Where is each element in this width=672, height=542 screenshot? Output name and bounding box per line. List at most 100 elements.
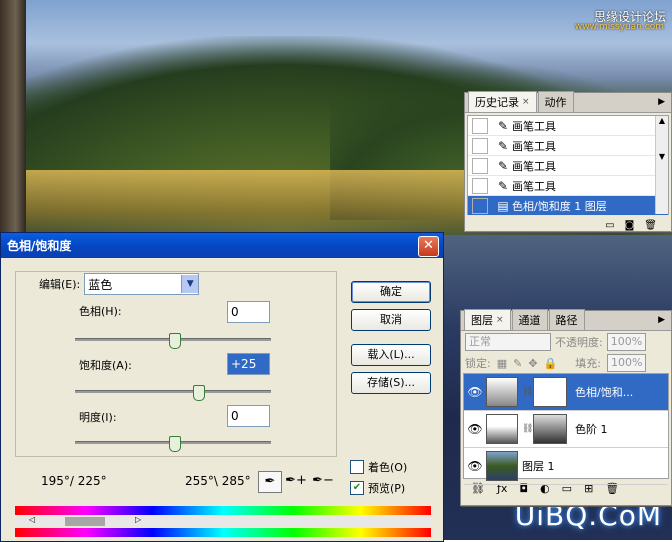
chain-link-icon[interactable]: ⛓ [522, 424, 533, 434]
chain-link-icon[interactable]: ⛓ [522, 387, 533, 397]
preview-label: 预览(P) [368, 482, 406, 495]
dialog-titlebar[interactable]: 色相/饱和度 ✕ [1, 233, 443, 258]
edit-channel-value: 蓝色 [88, 277, 113, 292]
colorize-label: 着色(O) [368, 461, 408, 474]
history-item[interactable]: ✎ 画笔工具 [468, 136, 668, 156]
edit-channel-select[interactable]: 蓝色 ▼ [84, 273, 200, 295]
image-thumbnail [486, 451, 518, 481]
lock-options: 锁定: ▦ ✎ ✥ 🔒 填充: 100% [461, 353, 671, 373]
settings-group [15, 271, 337, 457]
visibility-eye-icon[interactable]: 👁 [464, 459, 486, 473]
layer-name: 图层 1 [522, 460, 555, 473]
panel-menu-icon[interactable]: ▶ [658, 97, 665, 107]
snapshot-checkbox[interactable] [472, 157, 488, 174]
tab-paths-label: 路径 [555, 314, 578, 327]
history-footer: ▭ ◙ 🗑 [465, 217, 671, 233]
colorize-box[interactable] [350, 460, 364, 474]
close-icon[interactable]: × [522, 97, 530, 107]
brush-icon: ✎ [497, 138, 509, 153]
brush-icon: ✎ [497, 158, 509, 173]
history-item-selected[interactable]: ▤ 色相/饱和度 1 图层 [468, 196, 668, 216]
layer-mask-thumbnail[interactable] [533, 377, 567, 407]
range-left-handle-icon[interactable]: ◁ [29, 515, 35, 524]
history-scrollbar[interactable]: ▲ ▼ [655, 116, 668, 214]
opacity-field[interactable]: 100% [606, 333, 647, 351]
layer-options: 正常 不透明度: 100% [461, 331, 671, 353]
layer-row-levels[interactable]: 👁 ⛓ 色阶 1 [464, 411, 668, 448]
range-right-handle-icon[interactable]: ▷ [135, 515, 141, 524]
close-icon[interactable]: × [496, 315, 504, 325]
tab-history[interactable]: 历史记录 × [468, 91, 537, 112]
adjustment-thumbnail [486, 377, 518, 407]
color-range-selection[interactable] [65, 517, 105, 526]
preview-checkbox[interactable]: ✔ 预览(P) [350, 480, 405, 496]
eyedropper-subtract-icon[interactable]: ✒− [312, 471, 334, 491]
lock-transparency-icon[interactable]: ▦ [497, 357, 507, 370]
visibility-eye-icon[interactable]: 👁 [464, 385, 486, 399]
color-spectrum-bottom [15, 528, 431, 537]
tab-channels-label: 通道 [518, 314, 541, 327]
hue-saturation-dialog: 色相/饱和度 ✕ 编辑(E): 蓝色 ▼ 色相(H): 0 饱和度(A): +2… [0, 232, 444, 542]
layer-row-layer1[interactable]: 👁 图层 1 [464, 448, 668, 485]
visibility-eye-icon[interactable]: 👁 [464, 422, 486, 436]
eyedropper-add-icon[interactable]: ✒+ [285, 471, 307, 491]
opacity-label: 不透明度: [555, 336, 603, 349]
color-range-slider[interactable]: ◁ ▷ [15, 515, 431, 526]
edit-label: 编辑(E): [39, 278, 81, 291]
tab-actions[interactable]: 动作 [537, 91, 574, 112]
history-panel: 历史记录 × 动作 ▶ ✎ 画笔工具 ✎ 画笔工具 ✎ 画笔工具 ✎ 画笔工具 ▤ 色相/饱… [464, 91, 672, 233]
saturation-label: 饱和度(A): [79, 359, 132, 372]
colorize-checkbox[interactable]: 着色(O) [350, 459, 407, 475]
eyedropper-icon[interactable]: ✒ [258, 471, 282, 493]
layer-mask-thumbnail[interactable] [533, 414, 567, 444]
panel-menu-icon[interactable]: ▶ [658, 315, 665, 325]
hue-input[interactable]: 0 [227, 301, 270, 323]
close-icon[interactable]: ✕ [418, 236, 439, 257]
snapshot-checkbox[interactable] [472, 117, 488, 134]
snapshot-checkbox[interactable] [472, 137, 488, 154]
fill-field[interactable]: 100% [606, 354, 647, 372]
lock-all-icon[interactable]: 🔒 [544, 357, 558, 370]
preview-box[interactable]: ✔ [350, 481, 364, 495]
history-item[interactable]: ✎ 画笔工具 [468, 156, 668, 176]
ok-button[interactable]: 确定 [351, 281, 431, 303]
color-spectrum-top [15, 506, 431, 515]
history-item-label: 画笔工具 [512, 119, 556, 133]
save-button[interactable]: 存储(S)... [351, 372, 431, 394]
new-document-icon[interactable]: ▭ [605, 220, 614, 231]
lightness-slider-thumb[interactable] [169, 436, 181, 452]
lock-move-icon[interactable]: ✥ [528, 357, 537, 370]
trash-icon[interactable]: 🗑 [644, 220, 657, 231]
lightness-input[interactable]: 0 [227, 405, 270, 427]
chevron-down-icon[interactable]: ▼ [181, 275, 199, 293]
load-button[interactable]: 载入(L)... [351, 344, 431, 366]
dialog-title: 色相/饱和度 [7, 239, 72, 253]
brush-icon: ✎ [497, 178, 509, 193]
saturation-input[interactable]: +25 [227, 353, 270, 375]
range-right-readout: 255°\ 285° [185, 474, 251, 488]
tab-layers[interactable]: 图层 × [464, 309, 511, 330]
layers-tabs: 图层 × 通道 路径 ▶ [461, 309, 671, 331]
saturation-slider-thumb[interactable] [193, 385, 205, 401]
history-item[interactable]: ✎ 画笔工具 [468, 176, 668, 196]
snapshot-checkbox[interactable] [472, 177, 488, 194]
cancel-button[interactable]: 取消 [351, 309, 431, 331]
hue-row: 色相(H): [79, 303, 122, 319]
snapshot-icon[interactable]: ◙ [625, 220, 635, 231]
layer-row-hue-saturation[interactable]: 👁 ⛓ 色相/饱和... [464, 374, 668, 411]
history-list: ✎ 画笔工具 ✎ 画笔工具 ✎ 画笔工具 ✎ 画笔工具 ▤ 色相/饱和度 1 图层 ▲ ▼ [467, 115, 669, 216]
tab-paths[interactable]: 路径 [548, 309, 585, 330]
snapshot-checkbox[interactable] [472, 197, 488, 214]
adjustment-layer-icon: ▤ [497, 198, 509, 213]
tab-channels[interactable]: 通道 [511, 309, 548, 330]
range-left-readout: 195°/ 225° [41, 474, 107, 488]
hue-label: 色相(H): [79, 305, 122, 318]
saturation-slider-track[interactable] [75, 390, 271, 393]
history-item[interactable]: ✎ 画笔工具 [468, 116, 668, 136]
watermark-url: www.missyuan.com [574, 22, 664, 32]
hue-slider-thumb[interactable] [169, 333, 181, 349]
tab-actions-label: 动作 [544, 96, 567, 109]
blend-mode-select[interactable]: 正常 [465, 333, 551, 351]
lock-paint-icon[interactable]: ✎ [513, 357, 522, 370]
layer-name: 色阶 1 [575, 423, 608, 436]
